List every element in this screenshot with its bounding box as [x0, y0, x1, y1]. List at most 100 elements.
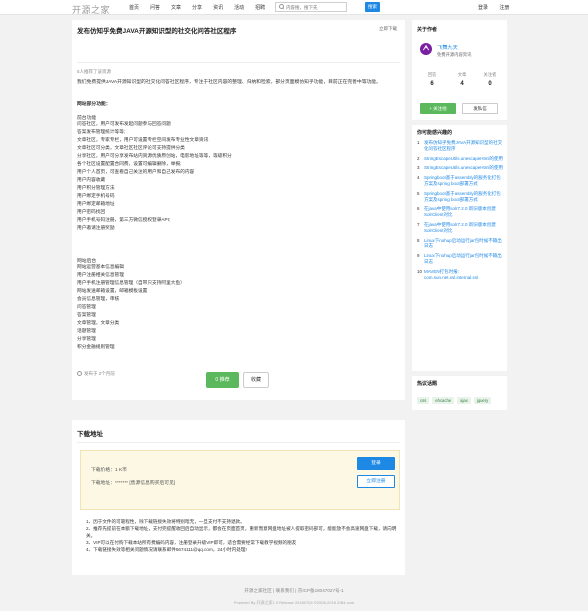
feature-line: 积分金融规则管理 [77, 344, 115, 349]
tag-item[interactable]: ajax [457, 397, 471, 404]
feature-line: 文章管理，文章分类 [77, 320, 120, 325]
download-now-link[interactable]: 立即下载 [379, 26, 397, 32]
recommend-button[interactable]: 0 推荐 [206, 372, 239, 388]
main-nav: 首页 问答 文章 分享 资讯 活动 招聘 [129, 4, 276, 11]
related-item[interactable]: 9 Linux下nohup启动运行jar包时候不输出日志 [417, 253, 505, 265]
article-intro: 我们免费提供JAVA开源知识型的社交化问答社区程序，专注于社区内容的整理、归纳和… [77, 80, 381, 85]
stat-label: 回答 [427, 72, 437, 77]
clock-icon [77, 371, 82, 377]
related-link[interactable]: Springboot基于assembly的服务化打包方案及spring boot… [424, 175, 505, 187]
feature-line: 话题管理 [77, 328, 96, 333]
related-item[interactable]: 10 MAVEN打包时报：com.sun.net.ssl.internal.ssl [417, 269, 505, 281]
related-item[interactable]: 6 在java中使用solr7.2.0 新旧版本创建SolrClient对比 [417, 206, 505, 218]
download-login-button[interactable]: 登录 [357, 457, 395, 470]
tag-item[interactable]: ehcache [432, 397, 455, 404]
related-index: 5 [417, 190, 420, 196]
related-panel: 你可能感兴趣的 1 发布仿知乎免费JAVA开源知识型的社交化问答社区程序 2 Stri… [412, 125, 507, 371]
download-title: 下载地址 [77, 431, 103, 438]
related-link[interactable]: Springboot基于assembly的服务化打包方案及spring boot… [424, 191, 505, 203]
stat-label: 文章 [457, 72, 467, 77]
related-link[interactable]: MAVEN打包时报：com.sun.net.ssl.internal.ssl [424, 269, 505, 281]
tag-item[interactable]: css [417, 397, 430, 404]
feature-line: 用户手机号码注册，第三方微信授权登录API; [77, 217, 171, 222]
login-link[interactable]: 登录 [478, 5, 488, 11]
favorite-button[interactable]: 收藏 [243, 372, 269, 388]
top-navbar: 开源之家 首页 问答 文章 分享 资讯 活动 招聘 搜索 登录 注册 [0, 0, 588, 15]
feature-line: 文章社区，专家专栏，用户可设置专栏空间发布专业性文章资讯 [77, 137, 209, 142]
related-index: 4 [417, 175, 420, 181]
feature-line: 网站运营基本信息编辑 [77, 264, 124, 269]
related-item[interactable]: 4 Springboot基于assembly的服务化打包方案及spring boo… [417, 175, 505, 187]
nav-articles[interactable]: 文章 [171, 4, 181, 11]
author-name[interactable]: 飞舞九天 [437, 44, 458, 51]
stat-followers[interactable]: 关注者 0 [476, 72, 504, 87]
features-label: 网站部分功能： [77, 102, 111, 107]
tags-section-title: 热议话题 [417, 381, 438, 387]
note-item: 1、因于文件的可靠程性，除下载链接失效将特别暗无，一旦支付不支持退款。 [86, 519, 245, 524]
related-index: 6 [417, 206, 420, 212]
posted-text: 发布于 2个月前 [84, 371, 115, 376]
stat-value: 4 [460, 81, 464, 87]
footer-powered: Powered By 开源之家1.0 Release 20180704 ©200… [233, 600, 355, 605]
related-item[interactable]: 3 StringEscapeUtils.unescapeHtml的使用 [417, 165, 505, 171]
related-item[interactable]: 2 StringEscapeUtils.unescapeHtml的使用 [417, 156, 505, 162]
download-address: 下载地址：******* [售源信息购买后可见] [91, 481, 176, 486]
download-box: 下载价格：1 K币 下载地址：******* [售源信息购买后可见] 登录 立即… [80, 450, 400, 510]
nav-events[interactable]: 活动 [234, 4, 244, 11]
nav-share[interactable]: 分享 [192, 4, 202, 11]
related-item[interactable]: 1 发布仿知乎免费JAVA开源知识型的社交化问答社区程序 [417, 140, 505, 152]
related-item[interactable]: 5 Springboot基于assembly的服务化打包方案及spring boo… [417, 191, 505, 203]
related-link[interactable]: 在java中使用solr7.2.0 新旧版本创建SolrClient对比 [424, 222, 505, 234]
divider [77, 62, 400, 63]
tag-list: css ehcache ajax jquery [417, 397, 492, 404]
stat-articles[interactable]: 文章 4 [448, 72, 476, 87]
download-register-button[interactable]: 立即注册 [357, 475, 395, 488]
download-price: 下载价格：1 K币 [91, 468, 127, 473]
related-link[interactable]: 在java中使用solr7.2.0 新旧版本创建SolrClient对比 [424, 206, 505, 218]
nav-home[interactable]: 首页 [129, 4, 139, 11]
related-link[interactable]: StringEscapeUtils.unescapeHtml的使用 [424, 165, 503, 171]
related-item[interactable]: 7 在java中使用solr7.2.0 新旧版本创建SolrClient对比 [417, 222, 505, 234]
back-feature-list: 网站运营基本信息编辑 用户注册相关信息管理 用户手机注册管理信息管理（自带只支持阿里… [77, 263, 185, 351]
tag-item[interactable]: jquery [473, 397, 492, 404]
feature-line: 问答社区，用户可发布发起问题参与回答问题 [77, 121, 171, 126]
feature-line: 各个社区设置配置合同费，设置可编辑删除，举报; [77, 161, 182, 166]
search-button[interactable]: 搜索 [365, 2, 380, 12]
message-button[interactable]: 发私信 [462, 103, 498, 114]
related-index: 10 [417, 268, 423, 274]
related-link[interactable]: Linux下nohup启动运行jar包时候不输出日志 [424, 253, 505, 265]
related-link[interactable]: StringEscapeUtils.unescapeHtml的使用 [424, 156, 503, 162]
nav-jobs[interactable]: 招聘 [255, 4, 265, 11]
nav-qa[interactable]: 问答 [150, 4, 160, 11]
related-link[interactable]: Linux下nohup启动运行jar包时候不输出日志 [424, 238, 505, 250]
feature-line: 网站发送邮箱设置，邮箱模板设置 [77, 288, 148, 293]
site-logo[interactable]: 开源之家 [72, 3, 110, 16]
nav-news[interactable]: 资讯 [213, 4, 223, 11]
avatar[interactable]: ᗅ [420, 43, 432, 55]
feature-line: 分享管理 [77, 336, 96, 341]
follow-button[interactable]: + 关注他 [420, 103, 456, 114]
search-icon [276, 3, 286, 11]
stat-value: 6 [430, 81, 434, 87]
auth-links: 登录 注册 [478, 4, 519, 11]
related-item[interactable]: 8 Linux下nohup启动运行jar包时候不输出日志 [417, 238, 505, 250]
stat-value: 0 [488, 81, 492, 87]
search-input[interactable] [286, 4, 344, 10]
footer: 开源之家社区 | 联系我们 | 京ICP备18047027号-1 Powered… [0, 588, 588, 606]
feature-line: 用户注册相关信息管理 [77, 272, 124, 277]
article-panel: 发布仿知乎免费JAVA开源知识型的社交化问答社区程序 立即下载 5人推荐了该资源… [72, 20, 405, 400]
feature-line: 用户内容收藏 [77, 177, 106, 182]
divider [77, 442, 400, 443]
note-item: 2、推荐先提前在本额下载地址，支付完提醒收回后自动显示，都会在页面首页，重新而意… [86, 526, 397, 538]
feature-line: 用户个人首页，可查看自己关注的用户和自己发布的内容 [77, 169, 195, 174]
register-link[interactable]: 注册 [499, 5, 509, 11]
stat-answers[interactable]: 回答 6 [418, 72, 446, 87]
feature-line: 用户绑定手机号码 [77, 193, 115, 198]
related-index: 2 [417, 155, 420, 161]
note-item: 4、下载链接失效等相关问题情况请联系邮件5674111@qq.com，24小时内… [86, 547, 247, 552]
download-panel: 下载地址 下载价格：1 K币 下载地址：******* [售源信息购买后可见] … [72, 420, 405, 575]
feature-line: 用户邀请注册奖励 [77, 225, 115, 230]
front-feature-list: 问答社区，用户可发布发起问题参与回答问题 答案发布管理统计等等; 文章社区，专家专栏… [77, 120, 232, 232]
related-link[interactable]: 发布仿知乎免费JAVA开源知识型的社交化问答社区程序 [424, 140, 505, 152]
search-box [275, 2, 347, 12]
